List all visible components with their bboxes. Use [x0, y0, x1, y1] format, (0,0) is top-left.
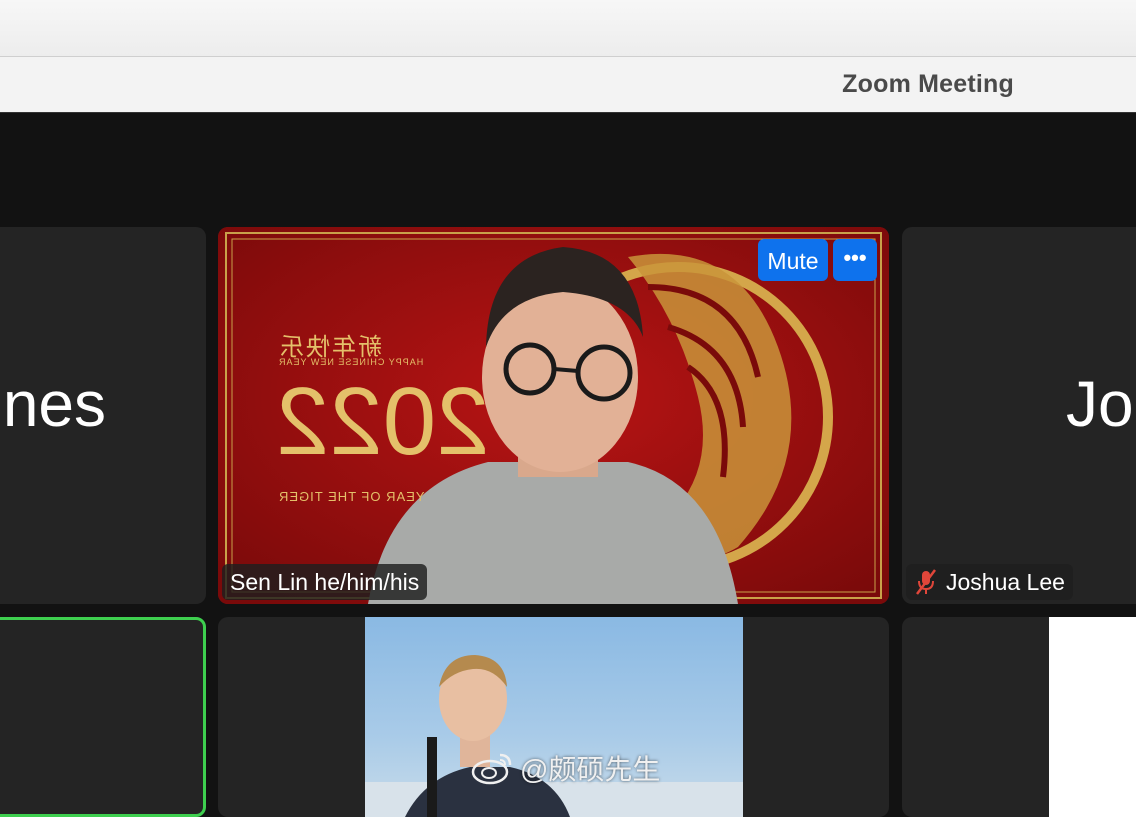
watermark: @颇硕先生	[470, 748, 660, 788]
watermark-text: @颇硕先生	[520, 754, 661, 785]
participant-name-tag: Sen Lin he/him/his	[222, 564, 428, 600]
weibo-icon	[471, 753, 512, 785]
participant-tile-sen-lin[interactable]: 新年快乐 HAPPY CHINESE NEW YEAR 2022 YEAR OF…	[218, 227, 889, 604]
participant-name-tag: Joshua Lee	[906, 564, 1073, 600]
participant-tile-bottom-right[interactable]	[902, 617, 1136, 817]
background-text-year: 2022	[276, 368, 490, 475]
background-text-tiger: YEAR OF THE TIGER	[278, 489, 425, 504]
participant-tile-joshua-lee[interactable]: Jo Joshua Lee	[902, 227, 1136, 604]
mute-button[interactable]: Mute	[758, 239, 828, 281]
mic-muted-icon	[916, 569, 936, 595]
participant-video	[1049, 617, 1136, 817]
window-title: Zoom Meeting	[842, 70, 1014, 98]
participant-name: Sen Lin he/him/his	[230, 569, 420, 595]
participant-initial-name: nes	[2, 368, 106, 440]
participant-initial-name: Jo	[1066, 368, 1134, 440]
video-gallery: nes 新年快乐 HAPPY CHINESE NEW YEAR 2022 YEA…	[0, 113, 1136, 817]
background-text-subtitle: HAPPY CHINESE NEW YEAR	[278, 357, 424, 367]
participant-name: Joshua Lee	[946, 569, 1065, 595]
window-titlebar: Zoom Meeting	[0, 57, 1136, 113]
more-options-button[interactable]: •••	[833, 239, 877, 281]
participant-tile-left[interactable]: nes	[0, 227, 206, 604]
participant-tile-active-speaker[interactable]	[0, 617, 206, 817]
browser-top-bar	[0, 0, 1136, 57]
